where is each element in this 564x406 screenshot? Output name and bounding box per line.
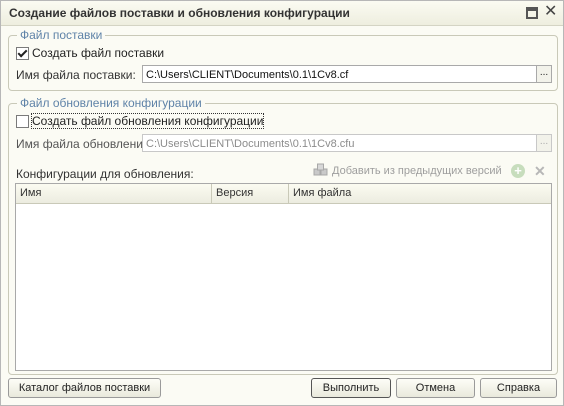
catalog-button[interactable]: Каталог файлов поставки: [8, 378, 161, 398]
create-update-label[interactable]: Создать файл обновления конфигурации: [30, 113, 265, 129]
help-button[interactable]: Справка: [480, 378, 557, 398]
window-title: Создание файлов поставки и обновления ко…: [9, 6, 350, 20]
column-header-version[interactable]: Версия: [212, 184, 289, 203]
update-filename-field[interactable]: C:\Users\CLIENT\Documents\0.1\1Cv8.cfu: [142, 134, 537, 152]
update-group-legend: Файл обновления конфигурации: [17, 96, 205, 110]
update-filename-label: Имя файла обновления:: [16, 137, 153, 151]
maximize-icon[interactable]: [526, 7, 538, 19]
cubes-icon: [313, 163, 328, 176]
configs-for-update-label: Конфигурации для обновления:: [16, 167, 194, 181]
supply-filename-label: Имя файла поставки:: [16, 68, 136, 82]
cancel-button[interactable]: Отмена: [396, 378, 475, 398]
close-icon[interactable]: ✕: [544, 4, 557, 20]
add-icon[interactable]: +: [511, 164, 525, 178]
supply-filename-field[interactable]: C:\Users\CLIENT\Documents\0.1\1Cv8.cf: [142, 65, 537, 83]
configs-table[interactable]: Имя Версия Имя файла: [15, 183, 552, 371]
supply-group-legend: Файл поставки: [17, 28, 106, 42]
create-supply-label[interactable]: Создать файл поставки: [32, 46, 164, 60]
column-header-filename[interactable]: Имя файла: [289, 184, 551, 203]
execute-button[interactable]: Выполнить: [311, 378, 391, 398]
table-header: Имя Версия Имя файла: [16, 184, 551, 204]
dialog-window: Создание файлов поставки и обновления ко…: [0, 0, 564, 406]
add-from-previous-button[interactable]: Добавить из предыдущих версий: [313, 163, 502, 179]
title-bar: Создание файлов поставки и обновления ко…: [1, 1, 563, 26]
create-supply-checkbox-row[interactable]: Создать файл поставки: [16, 46, 164, 60]
create-supply-checkbox[interactable]: [16, 46, 29, 60]
delete-icon[interactable]: ✕: [534, 164, 546, 178]
create-update-checkbox[interactable]: [16, 114, 29, 128]
create-update-checkbox-row[interactable]: Создать файл обновления конфигурации: [16, 113, 265, 129]
supply-browse-button[interactable]: ...: [536, 65, 552, 83]
column-header-name[interactable]: Имя: [16, 184, 212, 203]
add-from-previous-label[interactable]: Добавить из предыдущих версий: [332, 165, 502, 177]
update-browse-button[interactable]: ...: [536, 134, 552, 152]
